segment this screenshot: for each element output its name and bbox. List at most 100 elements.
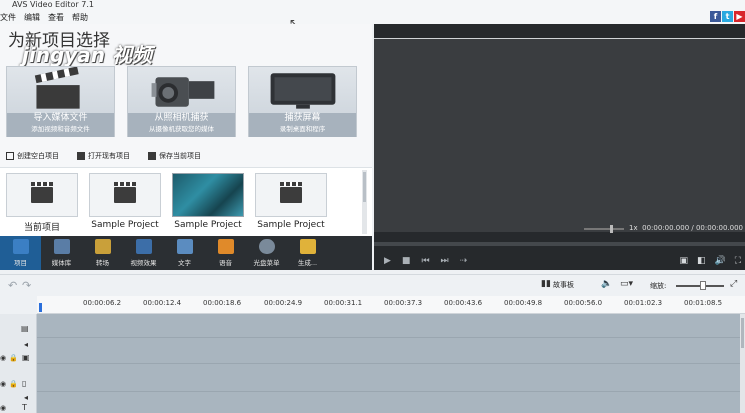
- new-blank-project-button[interactable]: 创建空白项目: [6, 151, 59, 161]
- import-media-tile[interactable]: 导入媒体文件 添加视频和音频文件: [6, 66, 115, 137]
- track-visible-icon[interactable]: ◉: [0, 380, 6, 388]
- tool-label: 光盘菜单: [253, 259, 280, 267]
- previous-frame-icon[interactable]: ⏮: [421, 256, 429, 266]
- speed-slider-knob[interactable]: [610, 225, 613, 233]
- recent-project-item[interactable]: 当前项目: [6, 173, 78, 233]
- fullscreen-icon[interactable]: ⛶: [735, 256, 741, 266]
- ruler-label: 00:00:49.8: [504, 299, 543, 307]
- overlay-track[interactable]: [37, 364, 740, 392]
- menu-bar: 文件 编辑 查看 帮助: [0, 12, 88, 22]
- timeline-scrollbar[interactable]: [740, 314, 745, 413]
- menu-help[interactable]: 帮助: [72, 12, 88, 22]
- playhead[interactable]: [39, 303, 42, 312]
- tool-disc-menu[interactable]: 光盘菜单: [246, 236, 287, 270]
- twitter-icon[interactable]: t: [722, 11, 733, 22]
- tool-text[interactable]: 文字: [164, 236, 205, 270]
- redo-icon[interactable]: ↷: [22, 279, 31, 292]
- recent-project-item[interactable]: Sample Project: [255, 173, 327, 231]
- track-lock-icon[interactable]: 🔒: [9, 380, 18, 388]
- menu-view[interactable]: 查看: [48, 12, 64, 22]
- speed-slider[interactable]: [584, 228, 624, 230]
- start-panel: 为新项目选择 jingyan 视频 导入媒体文件 添加视频和音频文件 从照相机捕…: [0, 24, 372, 237]
- stop-icon[interactable]: ■: [402, 256, 411, 266]
- clapperboard-icon: [114, 182, 136, 203]
- recent-scrollbar[interactable]: [362, 170, 367, 234]
- track-audio-icon[interactable]: ◂: [24, 393, 28, 402]
- ruler-label: 00:00:43.6: [444, 299, 483, 307]
- clapperboard-icon: [34, 67, 80, 109]
- recent-project-label: 当前项目: [23, 223, 60, 233]
- track-lock-icon[interactable]: 🔒: [9, 354, 18, 362]
- zoom-fit-icon[interactable]: ⤢: [730, 279, 737, 289]
- project-actions: 创建空白项目 打开现有项目 保存当前项目: [6, 151, 201, 161]
- effects-track-icon: ▣: [22, 353, 30, 362]
- facebook-icon[interactable]: f: [710, 11, 721, 22]
- playback-speed: 1x: [629, 224, 638, 232]
- tool-produce[interactable]: 生成...: [287, 236, 328, 270]
- storyboard-icon: ▮▮: [541, 279, 551, 289]
- next-frame-icon[interactable]: ⏭: [441, 256, 449, 266]
- recent-project-item[interactable]: Sample Project: [89, 173, 161, 231]
- tool-video-effects[interactable]: 视频效果: [123, 236, 164, 270]
- ruler-label: 00:01:08.5: [684, 299, 723, 307]
- storyboard-button[interactable]: 故事板: [553, 280, 574, 290]
- zoom-slider-knob[interactable]: [700, 281, 706, 290]
- aspect-ratio-icon[interactable]: ◧: [697, 256, 706, 266]
- seek-bar[interactable]: [374, 242, 745, 246]
- video-track-icon: ▤: [21, 324, 29, 333]
- tool-transitions[interactable]: 转场: [82, 236, 123, 270]
- overlay-track-icon: ▯: [22, 379, 27, 388]
- recent-project-label: Sample Project: [174, 220, 242, 230]
- preview-options: ▣ ◧ 🔊 ⛶: [679, 252, 741, 270]
- save-project-button[interactable]: 保存当前项目: [148, 151, 201, 161]
- snapshot-icon[interactable]: ▣: [679, 256, 688, 266]
- video-effects-icon: [135, 239, 152, 254]
- project-thumbnail: [255, 173, 327, 217]
- clapperboard-icon: [31, 182, 53, 203]
- track-audio-icon[interactable]: ◂: [24, 340, 28, 349]
- track-visible-icon[interactable]: ◉: [0, 354, 6, 362]
- media-library-icon: [53, 239, 70, 254]
- volume-icon[interactable]: 🔊: [714, 256, 725, 266]
- timeline-tracks[interactable]: [37, 314, 740, 413]
- app-title: AVS Video Editor 7.1: [12, 0, 94, 9]
- save-icon: [148, 152, 156, 160]
- tool-voice[interactable]: 语音: [205, 236, 246, 270]
- menu-file[interactable]: 文件: [0, 12, 16, 22]
- preview-panel: 1x 00:00:00.000 / 00:00:00.000 ▶ ■ ⏮ ⏭ ⇢…: [374, 24, 745, 270]
- project-thumbnail-photo: [172, 173, 244, 217]
- track-visible-icon[interactable]: ◉: [0, 404, 6, 412]
- text-track[interactable]: [37, 392, 740, 413]
- audio-icon[interactable]: 🔈: [601, 279, 612, 289]
- zoom-label: 缩放:: [650, 282, 667, 290]
- effects-track[interactable]: [37, 338, 740, 364]
- undo-icon[interactable]: ↶: [8, 279, 17, 292]
- open-project-button[interactable]: 打开现有项目: [77, 151, 130, 161]
- open-folder-icon: [77, 152, 85, 160]
- tool-label: 转场: [96, 259, 109, 267]
- produce-icon: [299, 239, 316, 254]
- action-label: 创建空白项目: [17, 152, 59, 160]
- play-icon[interactable]: ▶: [384, 256, 391, 266]
- recent-project-item[interactable]: Sample Project: [172, 173, 244, 231]
- recent-project-label: Sample Project: [257, 220, 325, 230]
- project-icon: [12, 239, 29, 254]
- tile-subtitle: 从摄像机获取您的媒体: [128, 124, 235, 137]
- video-track[interactable]: [37, 314, 740, 338]
- new-file-icon: [6, 152, 14, 160]
- tile-title: 导入媒体文件: [7, 113, 114, 124]
- capture-screen-tile[interactable]: 捕获屏幕 录制桌面和程序: [248, 66, 357, 137]
- capture-camera-tile[interactable]: 从照相机捕获 从摄像机获取您的媒体: [127, 66, 236, 137]
- tool-project[interactable]: 项目: [0, 236, 41, 270]
- tool-media-library[interactable]: 媒体库: [41, 236, 82, 270]
- menu-edit[interactable]: 编辑: [24, 12, 40, 22]
- action-label: 打开现有项目: [88, 152, 130, 160]
- timeline-ruler[interactable]: 00:00:06.2 00:00:12.4 00:00:18.6 00:00:2…: [37, 296, 745, 314]
- tile-title: 捕获屏幕: [249, 113, 356, 124]
- action-label: 保存当前项目: [159, 152, 201, 160]
- ruler-label: 00:01:02.3: [624, 299, 663, 307]
- display-options-icon[interactable]: ▭▾: [620, 279, 633, 289]
- forward-icon[interactable]: ⇢: [460, 256, 468, 266]
- youtube-icon[interactable]: ▶: [734, 11, 745, 22]
- disc-menu-icon: [258, 239, 275, 254]
